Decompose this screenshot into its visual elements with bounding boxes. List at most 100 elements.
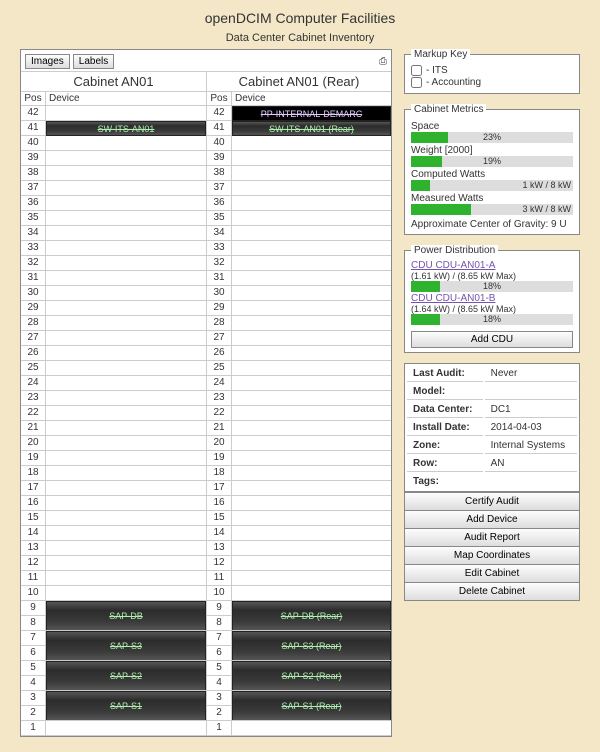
cabinet-slot: 17 [207,481,391,496]
cabinet-metrics-legend: Cabinet Metrics [411,104,486,115]
labels-button[interactable]: Labels [73,54,114,69]
cabinet-slot: 34 [207,226,391,241]
slot-cell [232,676,391,691]
cabinet-slot: 14 [207,526,391,541]
edit-cabinet-button[interactable]: Edit Cabinet [404,565,580,583]
slot-cell [46,526,206,541]
cabinet-slot: 22 [207,406,391,421]
device-sw-its-an01-rear-[interactable]: SW-ITS-AN01 (Rear) [232,121,391,136]
slot-position: 1 [207,721,232,736]
slot-position: 28 [21,316,46,331]
weight-bar: 19% [411,156,573,167]
markup-checkbox[interactable] [411,65,422,76]
slot-cell [232,556,391,571]
slot-position: 36 [21,196,46,211]
cabinet-slot: 41SW-ITS-AN01 (Rear) [207,121,391,136]
info-value: DC1 [485,402,577,418]
slot-position: 37 [207,181,232,196]
slot-cell [46,646,206,661]
device-pp-internal-demarc[interactable]: PP-INTERNAL-DEMARC [232,106,391,121]
slot-position: 4 [207,676,232,691]
cabinet-slot: 28 [207,316,391,331]
slot-position: 40 [21,136,46,151]
cabinet-title: Cabinet AN01 [21,71,206,92]
slot-cell: PP-INTERNAL-DEMARC [232,106,391,121]
slot-position: 9 [207,601,232,616]
cabinet-slot: 41SW-ITS-AN01 [21,121,206,136]
delete-cabinet-button[interactable]: Delete Cabinet [404,583,580,601]
info-value: AN [485,456,577,472]
slot-position: 26 [21,346,46,361]
slot-position: 24 [207,376,232,391]
slot-cell [232,331,391,346]
cdu-link[interactable]: CDU CDU-AN01-B [411,293,573,304]
slot-position: 13 [207,541,232,556]
cabinet-slot: 36 [21,196,206,211]
slot-cell [46,331,206,346]
slot-position: 24 [21,376,46,391]
slot-cell [232,466,391,481]
cdu-detail: (1.61 kW) / (8.65 kW Max) [411,271,573,281]
slot-cell: SAP-S1 (Rear) [232,691,391,706]
add-cdu-button[interactable]: Add CDU [411,331,573,348]
slot-position: 42 [21,106,46,121]
slot-cell: SAP-S2 (Rear) [232,661,391,676]
slot-position: 32 [207,256,232,271]
info-label: Zone: [407,438,483,454]
cdu-link[interactable]: CDU CDU-AN01-A [411,260,573,271]
slot-cell [232,451,391,466]
cabinet-slot: 26 [21,346,206,361]
slot-cell [232,346,391,361]
slot-position: 1 [21,721,46,736]
device-sw-its-an01[interactable]: SW-ITS-AN01 [46,121,206,136]
cabinet-slot: 17 [21,481,206,496]
slot-cell [232,316,391,331]
slot-position: 22 [21,406,46,421]
cabinet-slot: 27 [207,331,391,346]
cabinet-slot: 2 [21,706,206,721]
cabinet-slot: 16 [207,496,391,511]
slot-cell [232,271,391,286]
cabinet-slot: 32 [21,256,206,271]
slot-cell [232,181,391,196]
certify-audit-button[interactable]: Certify Audit [404,492,580,511]
cabinet-slot: 30 [21,286,206,301]
slot-cell: SW-ITS-AN01 [46,121,206,136]
slot-position: 20 [207,436,232,451]
cabinet-slot: 27 [21,331,206,346]
slot-cell [46,211,206,226]
cabinet-slot: 37 [207,181,391,196]
cabinet-slot: 22 [21,406,206,421]
audit-report-button[interactable]: Audit Report [404,529,580,547]
slot-position: 30 [207,286,232,301]
slot-cell [46,391,206,406]
cabinet-slot: 39 [207,151,391,166]
slot-position: 35 [21,211,46,226]
slot-position: 8 [21,616,46,631]
cabinet-slot: 7SAP-S3 [21,631,206,646]
slot-cell [232,721,391,736]
map-coordinates-button[interactable]: Map Coordinates [404,547,580,565]
slot-cell [232,436,391,451]
slot-position: 29 [21,301,46,316]
cabinet-slot: 13 [207,541,391,556]
cabinet-slot: 8 [207,616,391,631]
info-value: Never [485,366,577,382]
add-device-button[interactable]: Add Device [404,511,580,529]
info-row: Data Center:DC1 [407,402,577,418]
slot-cell [46,616,206,631]
print-icon[interactable]: ⎙ [379,56,387,67]
cabinet-slot: 37 [21,181,206,196]
slot-position: 13 [21,541,46,556]
slot-cell [46,241,206,256]
images-button[interactable]: Images [25,54,70,69]
slot-position: 30 [21,286,46,301]
slot-cell [232,211,391,226]
slot-cell [232,646,391,661]
slot-position: 10 [207,586,232,601]
info-label: Install Date: [407,420,483,436]
space-label: Space [411,121,573,132]
slot-cell [232,256,391,271]
cabinet-slot: 26 [207,346,391,361]
markup-checkbox[interactable] [411,77,422,88]
